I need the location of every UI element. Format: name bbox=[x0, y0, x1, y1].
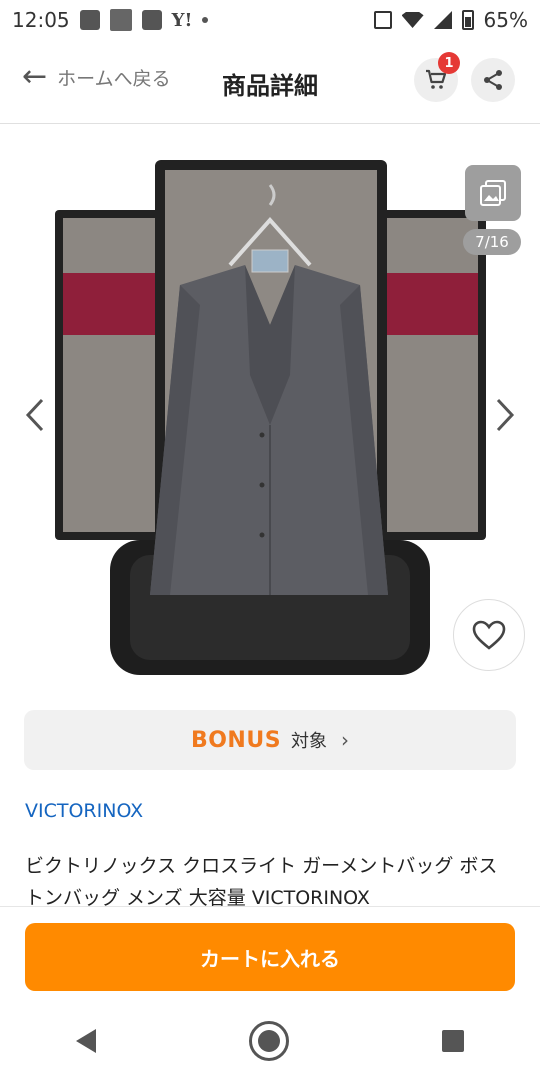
back-to-home-button[interactable]: ← ホームへ戻る bbox=[22, 62, 171, 92]
page-title: 商品詳細 bbox=[222, 72, 318, 100]
battery-percent: 65% bbox=[483, 8, 528, 32]
share-icon bbox=[484, 70, 502, 90]
share-button[interactable] bbox=[471, 58, 515, 102]
more-notifications-icon bbox=[202, 17, 209, 23]
images-icon bbox=[480, 180, 506, 206]
cart-button[interactable]: 1 bbox=[414, 52, 460, 102]
mail-notification-icon bbox=[141, 10, 162, 30]
product-image-gallery[interactable]: 7/16 bbox=[0, 125, 540, 695]
vibrate-icon bbox=[373, 11, 392, 29]
brand-link[interactable]: VICTORINOX bbox=[25, 800, 143, 822]
bottom-action-bar: カートに入れる bbox=[0, 906, 540, 1002]
image-notification-icon bbox=[109, 9, 132, 31]
previous-image-button[interactable] bbox=[20, 395, 50, 435]
chevron-right-icon bbox=[496, 398, 515, 432]
battery-icon bbox=[461, 10, 474, 30]
nav-back-icon[interactable] bbox=[76, 1029, 97, 1053]
cart-count-badge: 1 bbox=[438, 52, 460, 74]
wifi-icon bbox=[401, 12, 424, 28]
signal-icon bbox=[433, 11, 452, 29]
status-bar: 12:05 Y! 65% bbox=[0, 0, 540, 40]
nav-recents-icon[interactable] bbox=[441, 1030, 464, 1052]
bonus-logo: BONUS bbox=[190, 727, 282, 753]
back-label: ホームへ戻る bbox=[57, 67, 171, 90]
bonus-eligible-bar[interactable]: BONUS 対象 › bbox=[24, 710, 516, 770]
app-header: ← ホームへ戻る 商品詳細 1 bbox=[0, 40, 540, 124]
back-arrow-icon: ← bbox=[22, 59, 48, 94]
nav-home-icon[interactable] bbox=[248, 1021, 289, 1061]
app-notification-icon bbox=[79, 10, 100, 30]
status-time: 12:05 bbox=[12, 8, 70, 32]
gallery-view-button[interactable] bbox=[465, 165, 521, 221]
chevron-left-icon bbox=[25, 398, 44, 432]
chevron-right-icon: › bbox=[341, 728, 350, 752]
image-counter: 7/16 bbox=[463, 229, 521, 255]
product-image bbox=[55, 160, 486, 675]
heart-icon bbox=[472, 620, 506, 650]
yahoo-notification-icon: Y! bbox=[171, 9, 193, 31]
product-title: ビクトリノックス クロスライト ガーメントバッグ ボストンバッグ メンズ 大容量… bbox=[25, 855, 498, 909]
favorite-button[interactable] bbox=[453, 599, 525, 671]
next-image-button[interactable] bbox=[490, 395, 520, 435]
bonus-label: 対象 bbox=[291, 731, 328, 752]
add-to-cart-button[interactable]: カートに入れる bbox=[25, 923, 515, 991]
system-nav-bar bbox=[0, 1002, 540, 1080]
